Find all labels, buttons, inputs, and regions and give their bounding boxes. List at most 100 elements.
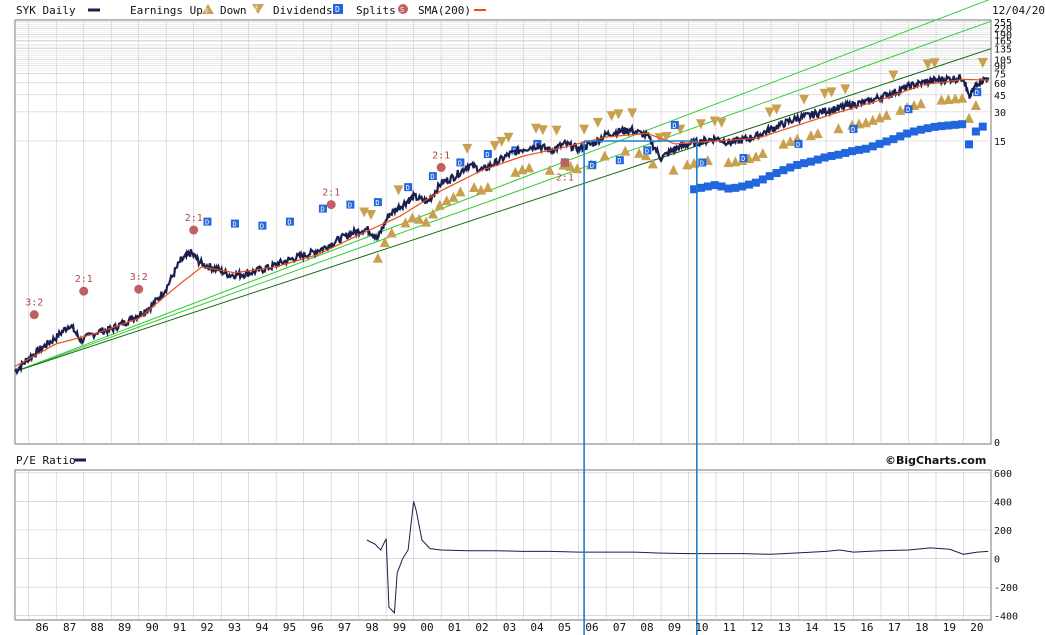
dividend-letter: D	[906, 106, 910, 114]
split-ratio-label: 3:2	[130, 272, 148, 283]
dividend-square-icon	[745, 180, 754, 189]
x-tick-label: 16	[860, 621, 873, 634]
x-tick-label: 12	[750, 621, 763, 634]
dividend-letter: D	[232, 221, 236, 229]
dividend-square-icon	[958, 120, 967, 129]
x-tick-label: 04	[530, 621, 544, 634]
dividend-letter: D	[375, 199, 379, 207]
dividend-letter: D	[672, 122, 676, 130]
dividend-square-icon	[930, 122, 939, 131]
dividend-square-icon	[903, 129, 912, 138]
chart-date: 12/04/20	[992, 4, 1045, 17]
dividend-letter: D	[458, 159, 462, 167]
dividend-square-icon	[848, 147, 857, 156]
dividend-square-icon	[751, 178, 760, 187]
dividend-square-icon: D	[333, 4, 343, 14]
pe-panel-title: P/E Ratio	[16, 454, 76, 467]
split-ratio-label: 2:1	[556, 172, 574, 183]
dividend-square-icon	[703, 182, 712, 191]
dividend-square-icon	[841, 148, 850, 157]
triangle-up-icon: E	[202, 4, 214, 15]
dividend-letter: D	[430, 173, 434, 181]
legend-earnings-up: Earnings Up	[130, 4, 203, 17]
x-tick-label: 01	[448, 621, 461, 634]
x-tick-label: 99	[393, 621, 406, 634]
dividend-square-icon	[937, 122, 946, 131]
dividend-letter: D	[700, 159, 704, 167]
dividend-letter: D	[485, 151, 489, 159]
split-circle-icon	[79, 286, 89, 296]
x-tick-label: 14	[805, 621, 819, 634]
x-tick-label: 05	[558, 621, 571, 634]
pe-tick-label: 200	[994, 526, 1012, 537]
dividend-letter: D	[796, 141, 800, 149]
split-ratio-label: 3:2	[25, 298, 43, 309]
legend-splits: Splits	[356, 4, 396, 17]
dividend-letter: D	[287, 219, 291, 227]
dividend-square-icon	[923, 124, 932, 133]
watermark: ©BigCharts.com	[885, 454, 986, 467]
split-ratio-label: 2:1	[75, 274, 93, 285]
chart-root: DDDDDDDDDDDDDDDDDDDDDDDD3:22:13:22:12:12…	[0, 0, 1045, 635]
legend-sma: SMA(200)	[418, 4, 471, 17]
dividend-letter: D	[406, 184, 410, 192]
x-tick-label: 97	[338, 621, 351, 634]
dividend-square-icon	[779, 166, 788, 175]
dividend-square-icon	[696, 183, 705, 192]
dividend-square-icon	[724, 184, 733, 193]
header-legend: SYK Daily Earnings Up E Down E Dividends…	[16, 4, 1045, 17]
dividend-letter: D	[590, 162, 594, 170]
dividend-square-icon	[978, 122, 987, 131]
dividend-square-icon	[786, 163, 795, 172]
dividend-letter: D	[348, 202, 352, 210]
pe-panel-frame	[14, 469, 992, 621]
split-ratio-label: 2:1	[322, 188, 340, 199]
dividend-square-icon	[971, 127, 980, 136]
x-tick-label: 03	[503, 621, 516, 634]
dividend-square-icon	[800, 159, 809, 168]
dividend-square-icon	[896, 132, 905, 141]
dividend-letter: D	[851, 126, 855, 134]
x-tick-label: 91	[173, 621, 186, 634]
split-circle-icon	[189, 225, 199, 235]
x-tick-label: 20	[970, 621, 983, 634]
split-circle-icon	[560, 157, 570, 167]
dividend-square-icon	[944, 121, 953, 130]
dividend-square-icon	[861, 144, 870, 153]
x-tick-label: 87	[63, 621, 76, 634]
x-tick-label: 90	[145, 621, 158, 634]
dividend-square-icon	[820, 153, 829, 162]
dividend-square-icon	[738, 182, 747, 191]
x-tick-label: 11	[723, 621, 736, 634]
dividend-square-icon	[806, 157, 815, 166]
price-tick-label: 30	[994, 108, 1006, 119]
dividend-letter: D	[975, 89, 979, 97]
legend-earnings-down: Down	[220, 4, 247, 17]
dividend-square-icon	[910, 127, 919, 136]
dividend-letter: D	[741, 155, 745, 163]
x-tick-label: 13	[778, 621, 791, 634]
dividend-square-icon	[855, 145, 864, 154]
dividend-square-icon	[731, 183, 740, 192]
x-tick-label: 89	[118, 621, 131, 634]
svg-text:D: D	[335, 5, 340, 14]
pe-tick-label: -200	[994, 583, 1018, 594]
dividend-letter: D	[205, 219, 209, 227]
dividend-square-icon	[889, 135, 898, 144]
split-ratio-label: 2:1	[185, 213, 203, 224]
dividend-square-icon	[951, 120, 960, 129]
svg-text:E: E	[205, 8, 209, 15]
dividend-square-icon	[875, 139, 884, 148]
split-circle-icon	[436, 162, 446, 172]
dividend-square-icon	[793, 160, 802, 169]
dividend-square-icon	[772, 169, 781, 178]
x-tick-label: 00	[420, 621, 433, 634]
pe-tick-label: -400	[994, 612, 1018, 623]
split-circle-icon	[134, 284, 144, 294]
legend-dividends: Dividends	[273, 4, 333, 17]
split-circle-icon: S	[398, 4, 408, 14]
split-circle-icon	[29, 310, 39, 320]
svg-text:S: S	[400, 6, 404, 14]
dividend-square-icon	[717, 182, 726, 191]
split-ratio-label: 2:1	[432, 150, 450, 161]
